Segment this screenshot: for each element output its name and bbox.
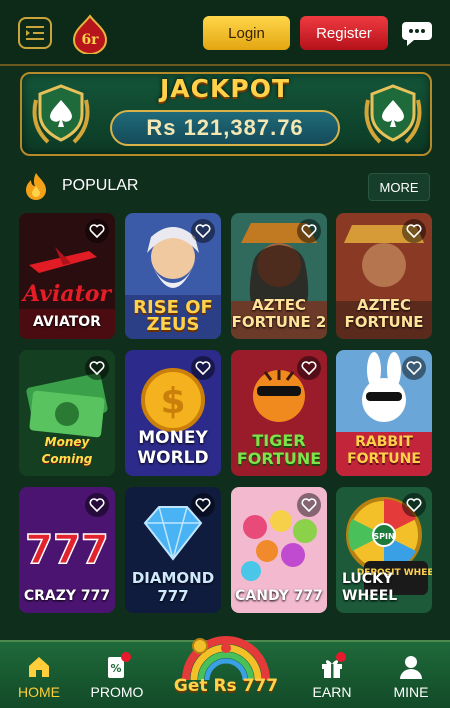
get-reward-button[interactable]: Get Rs 777 bbox=[168, 676, 284, 696]
favorite-heart-icon[interactable] bbox=[402, 219, 426, 243]
favorite-heart-icon[interactable] bbox=[85, 493, 109, 517]
menu-icon bbox=[26, 26, 44, 40]
game-title: AZTEC FORTUNE 2 bbox=[231, 296, 327, 331]
game-tile-lucky-wheel[interactable]: SPIN DEPOSIT WHEEL LUCKY WHEEL bbox=[336, 487, 432, 613]
favorite-heart-icon[interactable] bbox=[85, 356, 109, 380]
game-tile-rise-of-zeus[interactable]: RISE OF ZEUS bbox=[125, 213, 221, 339]
game-tile-money-world[interactable]: $ MONEY WORLD bbox=[125, 350, 221, 476]
game-tile-money-coming[interactable]: Money Coming bbox=[19, 350, 115, 476]
nav-label: EARN bbox=[312, 684, 352, 700]
game-title: DIAMOND 777 bbox=[131, 569, 215, 605]
laurel-emblem-right bbox=[364, 84, 422, 144]
game-title: MONEY WORLD bbox=[137, 428, 209, 468]
login-button[interactable]: Login bbox=[203, 16, 290, 50]
chat-support-icon[interactable] bbox=[400, 18, 434, 48]
nav-label: PROMO bbox=[90, 684, 144, 700]
svg-text:6r: 6r bbox=[81, 32, 99, 48]
brand-logo: 6r bbox=[72, 14, 108, 54]
game-tile-rabbit-fortune[interactable]: RABBIT FORTUNE bbox=[336, 350, 432, 476]
game-tile-tiger-fortune[interactable]: TIGER FORTUNE bbox=[231, 350, 327, 476]
favorite-heart-icon[interactable] bbox=[191, 493, 215, 517]
favorite-heart-icon[interactable] bbox=[297, 356, 321, 380]
svg-text:777: 777 bbox=[25, 527, 109, 573]
register-button[interactable]: Register bbox=[300, 16, 388, 50]
svg-text:SPIN: SPIN bbox=[373, 532, 394, 541]
game-title: RABBIT FORTUNE bbox=[347, 434, 421, 467]
game-title: LUCKY WHEEL bbox=[342, 571, 398, 604]
svg-text:Aviator: Aviator bbox=[21, 281, 112, 307]
game-title: CANDY 777 bbox=[235, 588, 323, 604]
nav-earn[interactable]: EARN bbox=[297, 654, 367, 700]
game-title: AVIATOR bbox=[33, 314, 101, 330]
svg-text:$: $ bbox=[160, 381, 185, 422]
game-title: CRAZY 777 bbox=[23, 588, 111, 604]
svg-text:%: % bbox=[110, 662, 121, 675]
game-tile-diamond-777[interactable]: DIAMOND 777 bbox=[125, 487, 221, 613]
more-button[interactable]: MORE bbox=[368, 173, 430, 201]
flame-icon bbox=[26, 173, 46, 200]
game-tile-aztec-fortune[interactable]: AZTEC FORTUNE bbox=[336, 213, 432, 339]
favorite-heart-icon[interactable] bbox=[85, 219, 109, 243]
favorite-heart-icon[interactable] bbox=[191, 219, 215, 243]
nav-label: MINE bbox=[393, 684, 429, 700]
jackpot-title: JACKPOT bbox=[160, 74, 290, 103]
favorite-heart-icon[interactable] bbox=[402, 356, 426, 380]
earn-notification-dot bbox=[336, 652, 346, 662]
section-title: POPULAR bbox=[62, 177, 139, 194]
favorite-heart-icon[interactable] bbox=[402, 493, 426, 517]
menu-button[interactable] bbox=[18, 17, 52, 49]
game-tile-crazy-777[interactable]: 777 CRAZY 777 bbox=[19, 487, 115, 613]
nav-promo[interactable]: % PROMO bbox=[82, 654, 152, 700]
top-bar: 6r Login Register bbox=[0, 0, 450, 66]
nav-label: HOME bbox=[18, 684, 60, 700]
game-title: TIGER FORTUNE bbox=[236, 431, 322, 468]
promo-notification-dot bbox=[121, 652, 131, 662]
game-tile-candy-777[interactable]: CANDY 777 bbox=[231, 487, 327, 613]
game-tile-aviator[interactable]: Aviator AVIATOR bbox=[19, 213, 115, 339]
laurel-emblem-left bbox=[32, 84, 90, 144]
favorite-heart-icon[interactable] bbox=[297, 493, 321, 517]
nav-mine[interactable]: MINE bbox=[376, 654, 446, 700]
game-title: RISE OF ZEUS bbox=[133, 297, 213, 335]
game-title: AZTEC FORTUNE bbox=[344, 296, 424, 331]
jackpot-amount: Rs 121,387.76 bbox=[110, 110, 340, 146]
favorite-heart-icon[interactable] bbox=[297, 219, 321, 243]
game-title: Money Coming bbox=[41, 435, 93, 466]
favorite-heart-icon[interactable] bbox=[191, 356, 215, 380]
game-tile-aztec-fortune-2[interactable]: AZTEC FORTUNE 2 bbox=[231, 213, 327, 339]
user-icon bbox=[400, 656, 422, 679]
nav-home[interactable]: HOME bbox=[4, 654, 74, 700]
home-icon bbox=[29, 657, 49, 677]
